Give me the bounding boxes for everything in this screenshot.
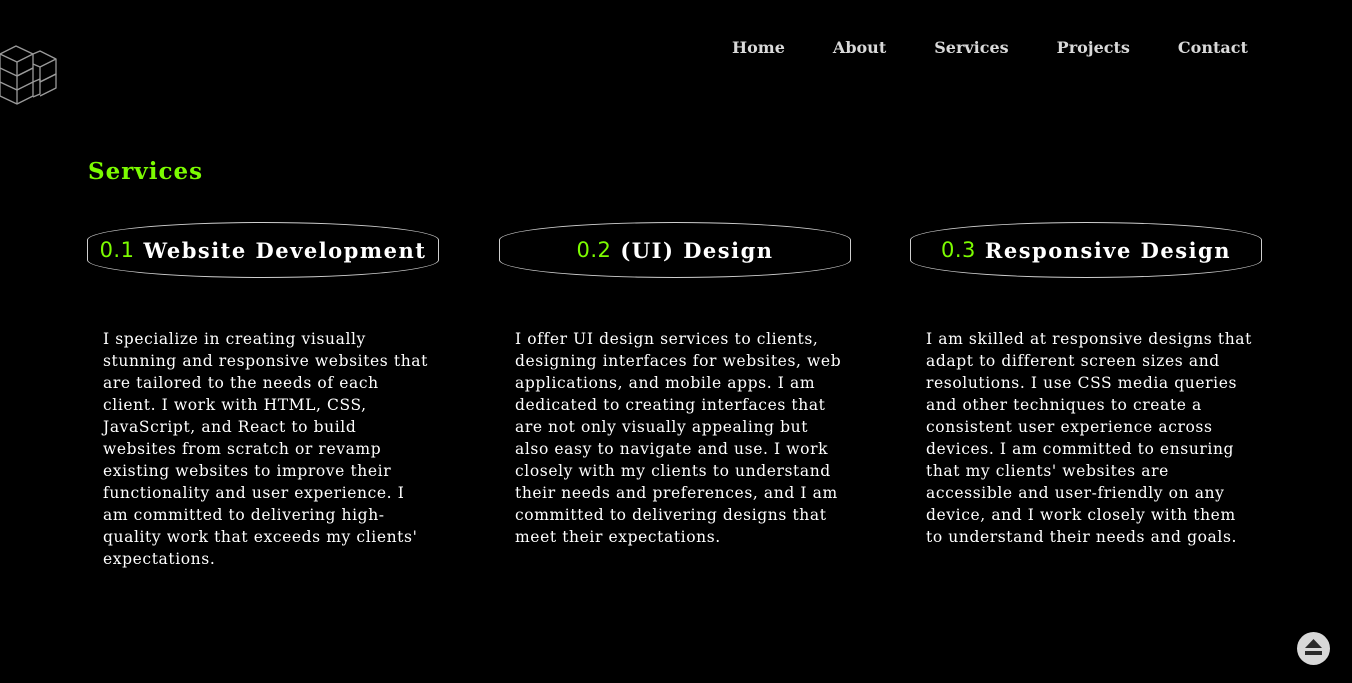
service-number: 0.2 [576, 238, 612, 262]
service-card-ui-design: 0.2 (UI) Design I offer UI design servic… [499, 222, 851, 548]
nav-contact-link[interactable]: Contact [1178, 38, 1248, 57]
page: Home About Services Projects Contact Ser… [0, 0, 1352, 683]
service-title-pill[interactable]: 0.3 Responsive Design [910, 222, 1262, 278]
service-card-website-development: 0.1 Website Development I specialize in … [87, 222, 439, 570]
service-title-pill[interactable]: 0.2 (UI) Design [499, 222, 851, 278]
service-number: 0.1 [99, 238, 135, 262]
nav-services-link[interactable]: Services [934, 38, 1008, 57]
service-title: Website Development [143, 237, 427, 263]
section-title: Services [88, 158, 204, 185]
service-description: I am skilled at responsive designs that … [926, 330, 1252, 546]
service-description: I specialize in creating visually stunni… [103, 330, 428, 568]
nav-projects-link[interactable]: Projects [1057, 38, 1130, 57]
service-title: Responsive Design [984, 237, 1231, 263]
service-title-pill[interactable]: 0.1 Website Development [87, 222, 439, 278]
scroll-to-top-button[interactable] [1297, 632, 1330, 665]
service-number: 0.3 [941, 238, 976, 262]
service-card-responsive-design: 0.3 Responsive Design I am skilled at re… [910, 222, 1262, 548]
service-description: I offer UI design services to clients, d… [515, 330, 842, 546]
eject-up-arrow-icon [1305, 639, 1322, 655]
nav-home-link[interactable]: Home [732, 38, 785, 57]
main-nav: Home About Services Projects Contact [732, 38, 1248, 57]
nav-about-link[interactable]: About [833, 38, 886, 57]
service-title: (UI) Design [620, 237, 774, 263]
stacked-cubes-logo-icon[interactable] [0, 44, 58, 112]
